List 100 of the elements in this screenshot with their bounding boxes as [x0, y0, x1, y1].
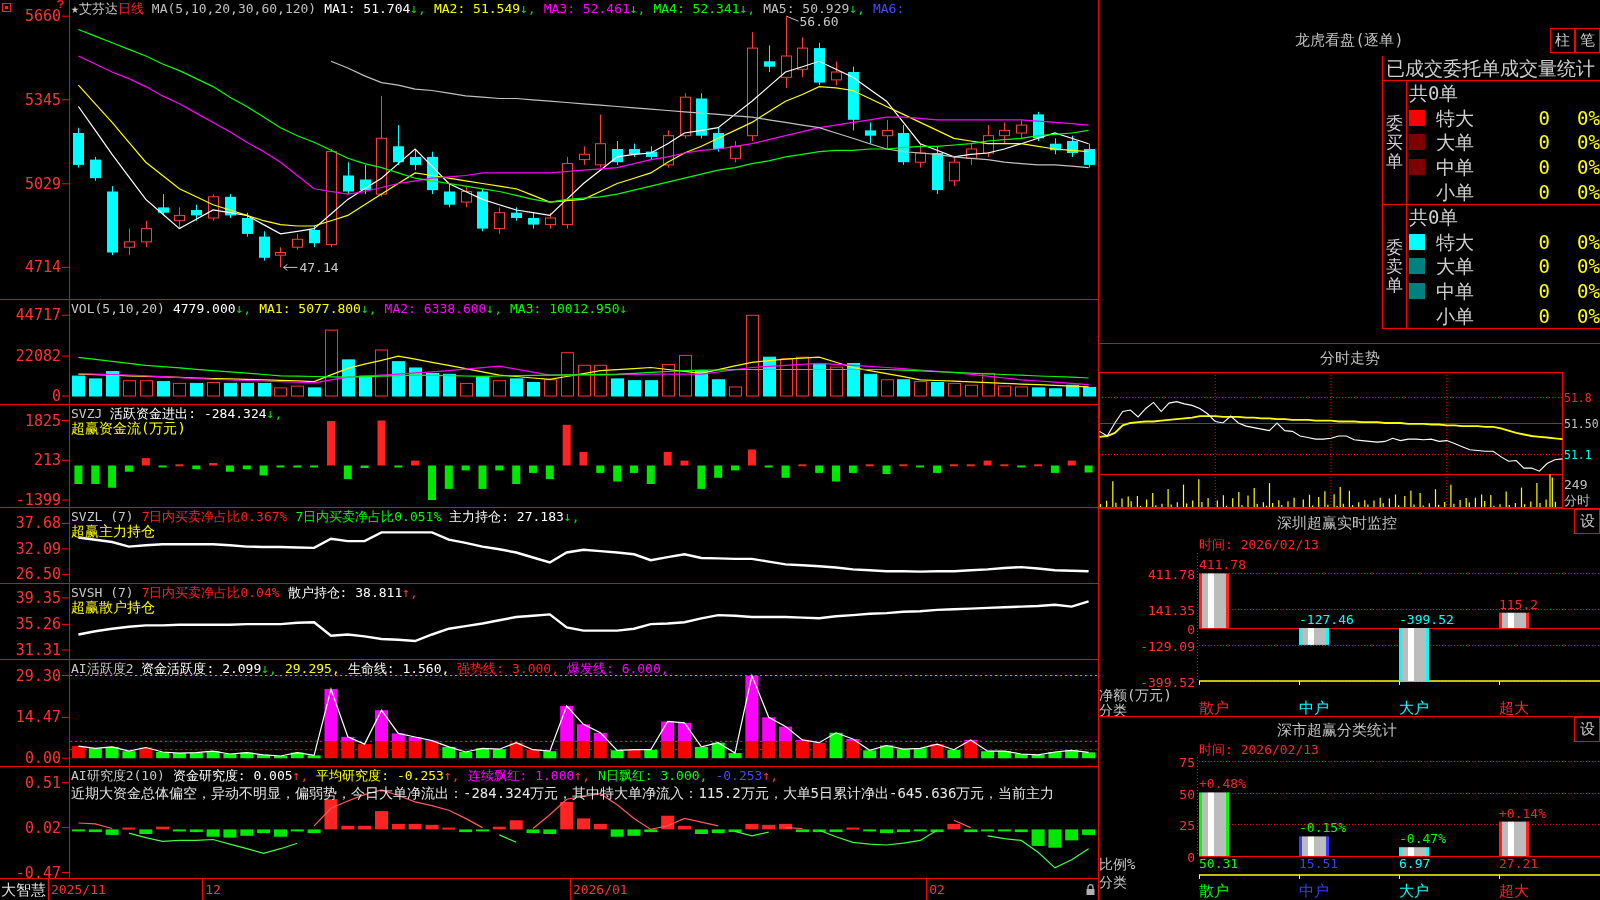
timestamp: 时间: 2026/02/13: [1198, 743, 1320, 757]
legend-value: 散户持仓: 38.811↑,: [287, 585, 418, 600]
candle: [966, 143, 977, 166]
activity-bar: [947, 749, 961, 759]
activity-bar: [543, 751, 557, 759]
activity-bar: [610, 750, 624, 759]
axis-label: 35.26: [15, 615, 61, 634]
axis-label: -129.09: [1140, 638, 1195, 654]
order-total: 共0单: [1408, 205, 1460, 230]
research-bar: [913, 829, 927, 832]
view-toggle-button[interactable]: 柱: [1550, 28, 1575, 53]
legend-value: 资金活跃度: 2.099↓,: [141, 661, 277, 676]
axis-label: 0: [51, 387, 61, 404]
date-label: 12: [205, 882, 221, 897]
annotation: 56.60: [799, 14, 839, 30]
volume-bar: [544, 379, 557, 397]
candle: [713, 127, 724, 153]
volume-bar: [1049, 388, 1062, 397]
activity-bar: [880, 745, 893, 759]
legend-value: -0.253↑,: [715, 768, 779, 783]
volume-bar: [561, 352, 574, 397]
fund-flow-bar: [545, 465, 554, 480]
fund-flow-bar: [259, 465, 268, 476]
activity-bar: [324, 689, 338, 759]
view-toggle-button[interactable]: 笔: [1575, 28, 1600, 53]
square-icon: [2, 3, 11, 12]
candle: [545, 212, 556, 230]
fund-flow-bar: [596, 465, 605, 473]
indicator-name: AI活跃度2: [71, 661, 134, 676]
volume-bar: [140, 380, 153, 397]
activity-bar: [997, 751, 1011, 759]
legend-value: 29.295,: [284, 661, 340, 676]
axis-label: 39.35: [15, 588, 61, 607]
indicator-caption: 超赢主力持仓: [71, 524, 155, 539]
activity-bar: [577, 724, 590, 759]
volume-bar: [914, 381, 927, 397]
order-size-label: 大单: [1435, 131, 1475, 154]
axis-label: 37.68: [15, 514, 61, 533]
order-size-label: 中单: [1435, 156, 1475, 179]
fund-flow-bar: [731, 465, 739, 471]
activity-bar: [425, 740, 439, 759]
activity-bar: [223, 754, 237, 759]
settings-button[interactable]: 设: [1574, 509, 1600, 534]
axis-label: -0.47: [15, 863, 61, 882]
order-size-label: 小单: [1435, 304, 1475, 327]
legend-value: MA2: 6338.600↓,: [384, 301, 502, 316]
volume-bar: [881, 379, 894, 397]
research-bar: [728, 829, 742, 833]
section-title: 深圳超赢实时监控: [1275, 513, 1398, 534]
section-title: 分时走势: [1318, 348, 1381, 369]
volume-bar: [830, 366, 843, 397]
fund-flow-bar: [242, 465, 251, 470]
candle: [730, 140, 741, 163]
axis-label: 0.00: [24, 749, 61, 766]
indicator-caption: 超赢散户持仓: [71, 600, 155, 615]
volume-bar: [375, 349, 388, 397]
axis-label: 44717: [15, 306, 61, 325]
activity-bar: [172, 753, 186, 759]
research-bar: [1065, 829, 1079, 841]
app-name: 大智慧: [1, 881, 46, 899]
bar-value-label: 411.78: [1199, 557, 1246, 573]
fund-flow-bar: [646, 465, 655, 484]
fund-flow-bar: [394, 465, 403, 468]
research-bar: [257, 829, 271, 834]
order-share: 0%: [1576, 304, 1600, 327]
activity-bar: [375, 710, 388, 759]
activity-bar: [593, 732, 607, 759]
axis-title: 分类: [1099, 702, 1127, 716]
legend-value: MA1: 51.704↓,: [324, 1, 426, 16]
legend-value: N日飘红: 3.000,: [598, 768, 708, 783]
candle: [275, 246, 286, 268]
price-scale-label: 51.50: [1564, 416, 1599, 431]
research-bar: [71, 829, 85, 832]
axis-label: 5029: [24, 174, 61, 193]
price-scale-label: 51.1: [1564, 447, 1592, 462]
volume-bar: [241, 382, 254, 397]
legend-value: 4779.000↓,: [172, 301, 252, 316]
volume-bar: [594, 364, 607, 397]
axis-label: 75: [1179, 757, 1195, 770]
candle: [477, 188, 488, 232]
activity-bar: [1048, 752, 1062, 759]
axis-label: 29.30: [15, 666, 61, 685]
category-label: 中户: [1299, 882, 1329, 900]
settings-button[interactable]: 设: [1574, 717, 1600, 742]
research-bar: [1082, 829, 1096, 835]
axis-label: 22082: [15, 347, 61, 366]
axis-label: 26.50: [15, 565, 61, 583]
axis-label: -399.52: [1140, 674, 1195, 690]
legend-value: 强势线: 3.000,: [457, 661, 559, 676]
candle: [461, 185, 472, 208]
axis-label: 0: [1187, 621, 1195, 637]
research-bar: [307, 829, 321, 834]
activity-bar: [391, 733, 405, 759]
activity-bar: [829, 732, 843, 759]
category-label: 超大: [1499, 882, 1529, 900]
research-bar: [375, 811, 388, 830]
volume-bar: [274, 387, 287, 397]
volume-bar: [527, 382, 540, 397]
research-bar: [1031, 829, 1045, 846]
indicator-name: SVZL (7): [71, 509, 134, 524]
